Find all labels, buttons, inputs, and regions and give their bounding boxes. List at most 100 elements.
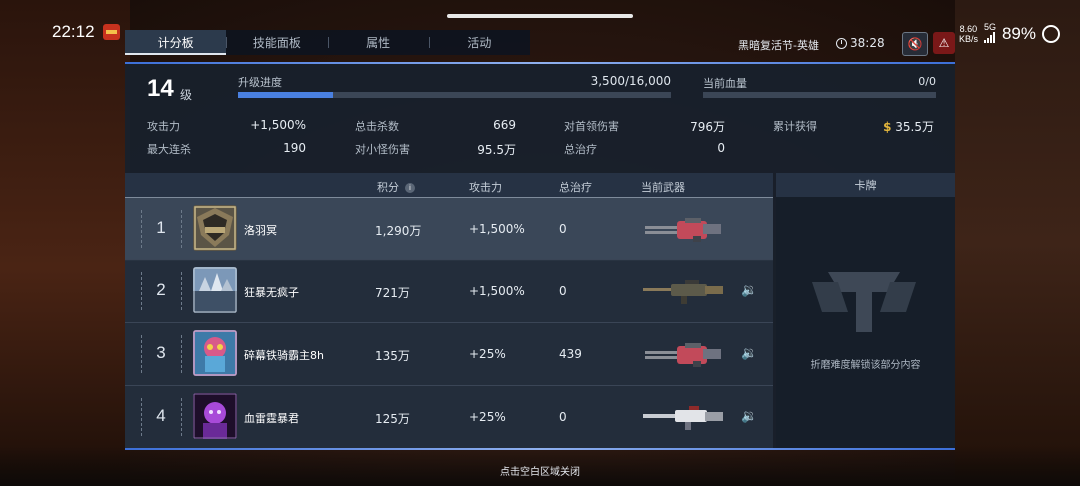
- player-heal: 439: [559, 347, 582, 361]
- weapon-shotgun-icon: [643, 406, 723, 430]
- voice-speaker-icon[interactable]: 🔉: [741, 346, 757, 361]
- tab-bar: 计分板 技能面板 属性 活动: [125, 30, 530, 55]
- player-attack: +1,500%: [469, 222, 525, 236]
- row-rank: 4: [156, 406, 166, 425]
- player-avatar[interactable]: [193, 205, 237, 251]
- rank-bracket: [181, 335, 183, 373]
- cards-locked-text: 折磨难度解锁该部分内容: [810, 360, 921, 371]
- tab-events[interactable]: 活动: [428, 30, 530, 55]
- timer-value: 38:28: [850, 36, 885, 50]
- tab-attributes[interactable]: 属性: [327, 30, 429, 55]
- upgrade-progress-value: 3,500/16,000: [590, 74, 671, 88]
- hp-bar: [703, 92, 936, 98]
- stat-earned-amount: 35.5万: [895, 120, 934, 134]
- status-bar-right: 8.60 KB/s 5G 89%: [959, 22, 1060, 45]
- header-cards: 卡牌: [776, 173, 955, 197]
- panel-top-border: [125, 62, 955, 64]
- weapon-gatling-icon: [645, 343, 721, 367]
- player-name: 洛羽冥: [244, 224, 277, 237]
- player-avatar[interactable]: [193, 267, 237, 313]
- background-scene-left: [0, 0, 130, 486]
- player-score: 135万: [375, 349, 410, 363]
- table-row[interactable]: 3 碎幕铁骑霸主8h 135万 +25% 439 🔉: [125, 323, 773, 385]
- stat-total-heal-label: 总治疗: [564, 143, 597, 156]
- stat-boss-damage-label: 对首领伤害: [564, 120, 619, 133]
- table-row[interactable]: 2 狂暴无疯子 721万 +1,500% 0 🔉: [125, 260, 773, 322]
- dollar-coin-icon: $: [883, 120, 892, 134]
- header-attack: 攻击力: [469, 181, 502, 194]
- signal-indicator: 5G: [983, 22, 996, 45]
- rank-bracket: [181, 398, 183, 436]
- warning-icon: ⚠: [938, 36, 950, 50]
- player-name: 血雷霆暴君: [244, 412, 299, 425]
- stat-total-kills-value: 669: [493, 118, 516, 132]
- app-notification-icon: [103, 24, 120, 40]
- player-avatar[interactable]: [193, 330, 237, 376]
- player-heal: 0: [559, 222, 567, 236]
- weapon-rifle-icon: [643, 280, 723, 304]
- upgrade-progress-bar: [238, 92, 671, 98]
- row-rank: 3: [156, 343, 166, 362]
- locked-emblem-icon: [812, 272, 916, 332]
- game-mode-label: 黑暗复活节-英雄: [738, 39, 819, 52]
- stat-minion-damage-value: 95.5万: [477, 143, 516, 157]
- player-score: 1,290万: [375, 224, 422, 238]
- voice-speaker-icon[interactable]: 🔉: [741, 283, 757, 298]
- table-row[interactable]: 4 血雷霆暴君 125万 +25% 0 🔉: [125, 386, 773, 448]
- player-heal: 0: [559, 284, 567, 298]
- player-heal: 0: [559, 410, 567, 424]
- player-attack: +1,500%: [469, 284, 525, 298]
- table-row[interactable]: 1 洛羽冥 1,290万 +1,500% 0: [125, 197, 773, 261]
- player-name: 狂暴无疯子: [244, 286, 299, 299]
- upgrade-progress-fill: [238, 92, 333, 98]
- status-time: 22:12: [52, 22, 95, 41]
- stat-total-heal-value: 0: [717, 141, 725, 155]
- weapon-gatling-icon: [645, 218, 721, 242]
- rank-bracket: [181, 210, 183, 248]
- voice-speaker-icon[interactable]: 🔉: [741, 409, 757, 424]
- info-icon[interactable]: i: [405, 183, 415, 193]
- speaker-muted-icon: 🔇: [907, 37, 923, 51]
- charging-ring-icon: [1042, 24, 1060, 43]
- stat-max-streak-label: 最大连杀: [147, 143, 191, 156]
- battery-level: 89%: [1001, 23, 1036, 43]
- stat-earned-label: 累计获得: [773, 120, 817, 133]
- header-score-label: 积分: [377, 181, 399, 194]
- player-name: 碎幕铁骑霸主8h: [244, 349, 324, 362]
- player-attack: +25%: [469, 347, 506, 361]
- match-timer: 38:28: [836, 36, 885, 50]
- rank-bracket: [181, 272, 183, 310]
- tab-skill-panel[interactable]: 技能面板: [226, 30, 327, 55]
- stat-boss-damage-value: 796万: [690, 120, 725, 134]
- network-type: 5G: [983, 22, 996, 32]
- clock-icon: [836, 37, 847, 49]
- stat-attack-value: +1,500%: [250, 118, 306, 132]
- header-heal: 总治疗: [559, 181, 592, 194]
- player-level-unit: 级: [180, 88, 193, 102]
- player-attack: +25%: [469, 410, 506, 424]
- home-indicator: [447, 14, 633, 18]
- warning-button[interactable]: ⚠: [933, 32, 955, 54]
- player-score: 125万: [375, 412, 410, 426]
- row-rank: 2: [156, 280, 166, 299]
- signal-bars-icon: [983, 32, 995, 43]
- background-scene-right: [955, 0, 1080, 486]
- net-speed-unit: KB/s: [958, 33, 978, 44]
- stat-minion-damage-label: 对小怪伤害: [355, 143, 410, 156]
- stat-total-kills-label: 总击杀数: [355, 120, 399, 133]
- stat-max-streak-value: 190: [283, 141, 306, 155]
- hp-value: 0/0: [918, 75, 936, 88]
- net-speed: 8.60 KB/s: [959, 24, 978, 44]
- close-hint[interactable]: 点击空白区域关闭: [0, 463, 1080, 478]
- panel-bottom-border: [125, 448, 955, 450]
- player-level: 14: [147, 75, 174, 102]
- header-score: 积分 i: [377, 179, 415, 195]
- tab-scoreboard[interactable]: 计分板: [125, 30, 227, 55]
- hp-label: 当前血量: [703, 77, 747, 90]
- stat-earned-value: $ 35.5万: [844, 118, 934, 135]
- player-avatar[interactable]: [193, 393, 237, 439]
- mute-button[interactable]: 🔇: [902, 32, 928, 56]
- header-weapon: 当前武器: [641, 181, 685, 194]
- player-score: 721万: [375, 286, 410, 300]
- row-rank: 1: [156, 218, 166, 237]
